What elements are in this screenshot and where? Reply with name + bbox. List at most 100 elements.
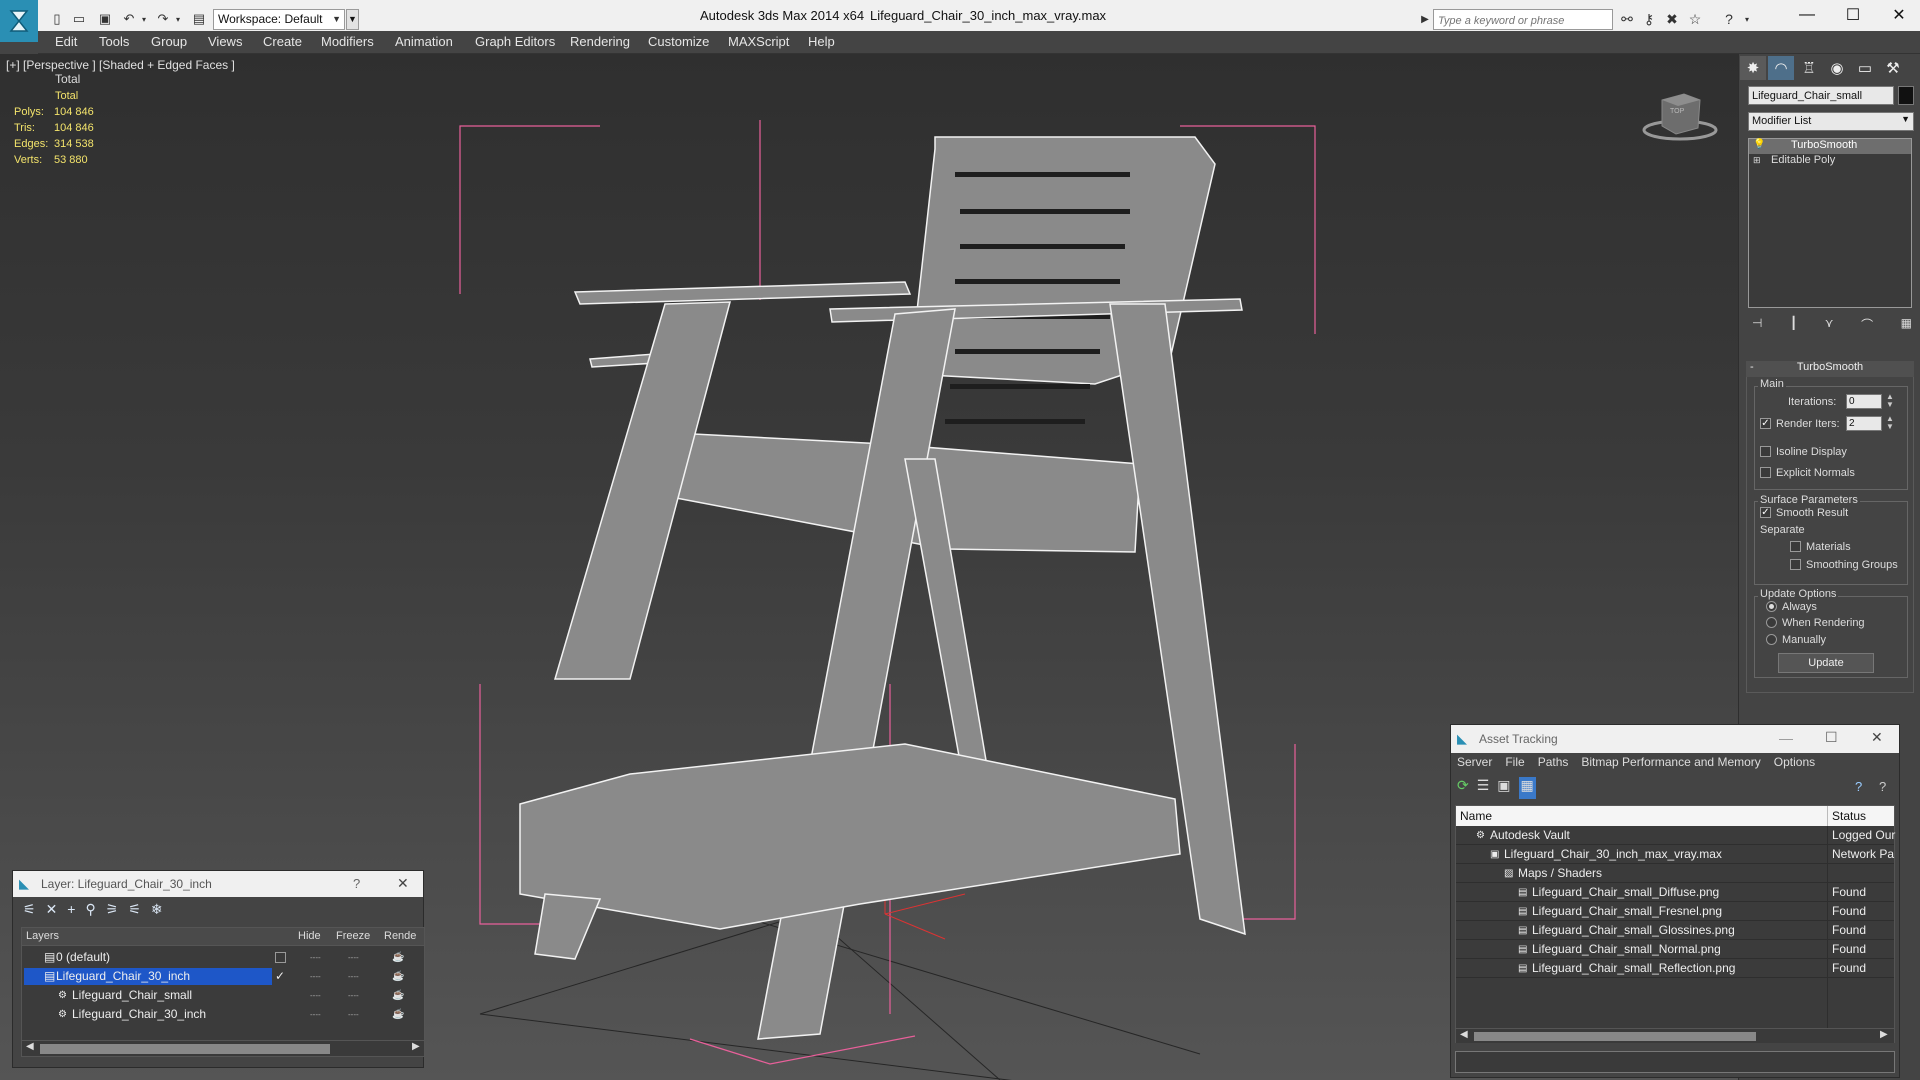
layer-row[interactable]: ⚙ Lifeguard_Chair_30_inch ---- ---- ☕ bbox=[24, 1005, 422, 1024]
app-logo-icon[interactable] bbox=[0, 0, 38, 42]
open-icon[interactable]: ▭ bbox=[70, 10, 88, 28]
hide-toggle[interactable]: ---- bbox=[310, 948, 321, 967]
hide-toggle[interactable]: ---- bbox=[310, 967, 321, 986]
expand-plus-icon[interactable]: ⊞ bbox=[1753, 155, 1761, 166]
teapot-render-icon[interactable]: ☕ bbox=[392, 967, 404, 986]
highlight-layer-icon[interactable]: ⚞ bbox=[106, 901, 119, 921]
menu-modifiers[interactable]: Modifiers bbox=[321, 34, 374, 49]
when-rendering-radio[interactable] bbox=[1766, 617, 1777, 628]
viewcube[interactable]: TOP bbox=[1640, 86, 1720, 146]
active-layer-check-icon[interactable]: ✓ bbox=[275, 967, 285, 986]
project-folder-icon[interactable]: ▤ bbox=[190, 10, 208, 28]
add-to-layer-icon[interactable]: + bbox=[67, 901, 75, 921]
asset-row[interactable]: ▤ Lifeguard_Chair_small_Glossines.png Foun… bbox=[1456, 921, 1894, 940]
col-hide[interactable]: Hide bbox=[298, 930, 321, 942]
help-dropdown-icon[interactable]: ▾ bbox=[1738, 10, 1756, 28]
refresh-icon[interactable]: ⟳ bbox=[1457, 777, 1469, 799]
close-icon[interactable]: ✕ bbox=[1871, 729, 1883, 746]
maximize-icon[interactable]: ☐ bbox=[1830, 0, 1876, 30]
key-icon[interactable]: ⚷ bbox=[1640, 10, 1658, 28]
hide-toggle[interactable]: ---- bbox=[310, 986, 321, 1005]
undo-dropdown-icon[interactable]: ▾ bbox=[135, 10, 153, 28]
binoculars-icon[interactable]: ⚯ bbox=[1618, 10, 1636, 28]
asset-window-titlebar[interactable]: ◣ Asset Tracking — ☐ ✕ bbox=[1451, 725, 1899, 753]
exchange-icon[interactable]: ✖ bbox=[1663, 10, 1681, 28]
column-divider[interactable] bbox=[1827, 806, 1828, 826]
stack-item-turbosmooth[interactable]: 💡 TurboSmooth bbox=[1749, 139, 1911, 154]
help-icon[interactable]: ? bbox=[1720, 10, 1738, 28]
asset-path-field[interactable] bbox=[1455, 1051, 1895, 1073]
menu-graph-editors[interactable]: Graph Editors bbox=[475, 34, 555, 49]
hide-all-layers-icon[interactable]: ⚟ bbox=[128, 901, 141, 921]
asset-row[interactable]: ▤ Lifeguard_Chair_small_Fresnel.png Found bbox=[1456, 902, 1894, 921]
new-file-icon[interactable]: ▯ bbox=[48, 10, 66, 28]
hierarchy-tab-icon[interactable]: ♖ bbox=[1796, 56, 1822, 80]
asset-row[interactable]: ▤ Lifeguard_Chair_small_Reflection.png Fou… bbox=[1456, 959, 1894, 978]
menu-create[interactable]: Create bbox=[263, 34, 302, 49]
asset-row[interactable]: ▣ Lifeguard_Chair_30_inch_max_vray.max Net… bbox=[1456, 845, 1894, 864]
search-expand-icon[interactable]: ▶ bbox=[1416, 10, 1434, 28]
minimize-icon[interactable]: — bbox=[1784, 0, 1830, 30]
star-icon[interactable]: ☆ bbox=[1686, 10, 1704, 28]
col-freeze[interactable]: Freeze bbox=[336, 930, 370, 942]
close-icon[interactable]: ✕ bbox=[397, 875, 409, 892]
layer-row[interactable]: ⚙ Lifeguard_Chair_small ---- ---- ☕ bbox=[24, 986, 422, 1005]
menu-group[interactable]: Group bbox=[151, 34, 187, 49]
col-layers[interactable]: Layers bbox=[26, 930, 59, 942]
scroll-thumb[interactable] bbox=[1474, 1032, 1756, 1041]
teapot-render-icon[interactable]: ☕ bbox=[392, 1005, 404, 1024]
show-end-result-icon[interactable]: ┃ bbox=[1790, 316, 1797, 332]
asset-menu-server[interactable]: Server bbox=[1457, 755, 1492, 773]
remove-modifier-icon[interactable]: ⌒ bbox=[1861, 316, 1873, 332]
modify-tab-icon[interactable]: ◠ bbox=[1768, 56, 1794, 80]
teapot-render-icon[interactable]: ☕ bbox=[392, 948, 404, 967]
freeze-all-layers-icon[interactable]: ❄ bbox=[151, 901, 163, 921]
smoothing-groups-checkbox[interactable] bbox=[1790, 559, 1801, 570]
layer-window-titlebar[interactable]: ◣ Layer: Lifeguard_Chair_30_inch ? ✕ bbox=[13, 871, 423, 897]
maximize-icon[interactable]: ☐ bbox=[1825, 729, 1838, 746]
workspace-menu-arrow-icon[interactable]: ▼ bbox=[346, 9, 359, 30]
layer-row[interactable]: ▤ Lifeguard_Chair_30_inch ✓ ---- ---- ☕ bbox=[24, 967, 422, 986]
asset-menu-options[interactable]: Options bbox=[1774, 755, 1815, 773]
menu-rendering[interactable]: Rendering bbox=[570, 34, 630, 49]
list-view-icon[interactable]: ☰ bbox=[1477, 777, 1490, 799]
utilities-tab-icon[interactable]: ⚒ bbox=[1880, 56, 1906, 80]
menu-views[interactable]: Views bbox=[208, 34, 242, 49]
active-layer-checkbox[interactable] bbox=[275, 952, 286, 963]
freeze-toggle[interactable]: ---- bbox=[348, 967, 359, 986]
col-status[interactable]: Status bbox=[1832, 809, 1866, 823]
scroll-right-icon[interactable]: ▶ bbox=[412, 1041, 420, 1052]
pin-stack-icon[interactable]: ⊣ bbox=[1752, 316, 1762, 332]
smooth-result-checkbox[interactable]: ✓ bbox=[1760, 507, 1771, 518]
asset-row[interactable]: ▤ Lifeguard_Chair_small_Normal.png Found bbox=[1456, 940, 1894, 959]
motion-tab-icon[interactable]: ◉ bbox=[1824, 56, 1850, 80]
layer-row[interactable]: ▤ 0 (default) ---- ---- ☕ bbox=[24, 948, 422, 967]
scroll-thumb[interactable] bbox=[40, 1044, 330, 1054]
asset-row[interactable]: ▤ Lifeguard_Chair_small_Diffuse.png Found bbox=[1456, 883, 1894, 902]
viewport-label[interactable]: [+] [Perspective ] [Shaded + Edged Faces… bbox=[6, 58, 235, 72]
render-iters-spinner[interactable] bbox=[1846, 416, 1882, 431]
materials-checkbox[interactable] bbox=[1790, 541, 1801, 552]
teapot-render-icon[interactable]: ☕ bbox=[392, 986, 404, 1005]
save-icon[interactable]: ▣ bbox=[96, 10, 114, 28]
update-button[interactable]: Update bbox=[1778, 653, 1874, 673]
col-name[interactable]: Name bbox=[1460, 809, 1492, 823]
manually-radio[interactable] bbox=[1766, 634, 1777, 645]
close-icon[interactable]: ✕ bbox=[1876, 0, 1920, 30]
thumbnail-view-icon[interactable]: ▣ bbox=[1497, 777, 1510, 799]
asset-row[interactable]: ⚙ Autodesk Vault Logged Our bbox=[1456, 826, 1895, 845]
freeze-toggle[interactable]: ---- bbox=[348, 986, 359, 1005]
lightbulb-icon[interactable]: 💡 bbox=[1753, 139, 1765, 150]
make-unique-icon[interactable]: ⋎ bbox=[1825, 316, 1834, 332]
asset-horizontal-scrollbar[interactable]: ◀ ▶ bbox=[1456, 1028, 1894, 1043]
object-color-swatch[interactable] bbox=[1898, 86, 1914, 105]
display-tab-icon[interactable]: ▭ bbox=[1852, 56, 1878, 80]
menu-maxscript[interactable]: MAXScript bbox=[728, 34, 789, 49]
menu-customize[interactable]: Customize bbox=[648, 34, 709, 49]
spinner-arrows-icon[interactable]: ▲ ▼ bbox=[1886, 415, 1894, 431]
freeze-toggle[interactable]: ---- bbox=[348, 1005, 359, 1024]
asset-menu-file[interactable]: File bbox=[1505, 755, 1524, 773]
stack-item-editable-poly[interactable]: ⊞ Editable Poly bbox=[1749, 154, 1911, 169]
rollout-header[interactable]: - TurboSmooth bbox=[1746, 361, 1914, 377]
always-radio[interactable] bbox=[1766, 601, 1777, 612]
